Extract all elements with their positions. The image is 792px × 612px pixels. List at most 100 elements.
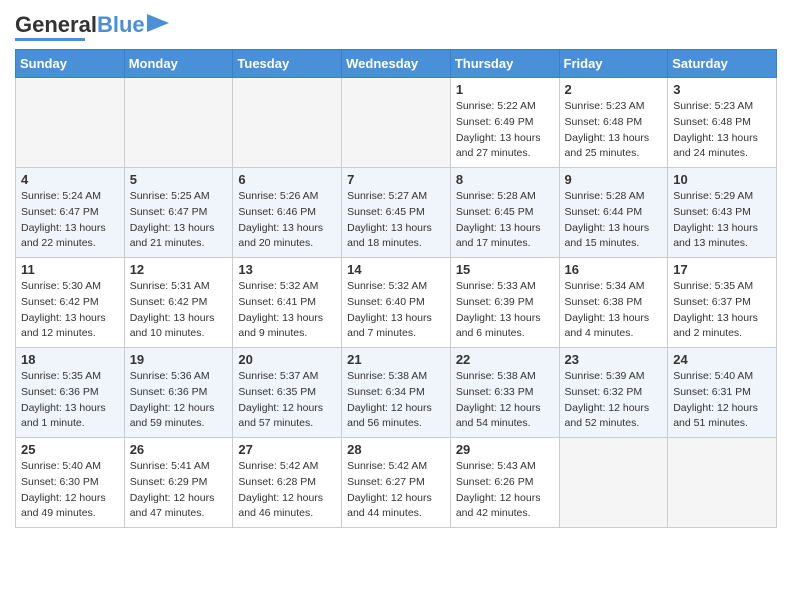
- day-info: Sunrise: 5:32 AMSunset: 6:41 PMDaylight:…: [238, 279, 336, 342]
- calendar-empty-cell: [668, 438, 777, 528]
- day-info: Sunrise: 5:28 AMSunset: 6:44 PMDaylight:…: [565, 189, 663, 252]
- calendar-day-23: 23 Sunrise: 5:39 AMSunset: 6:32 PMDayligh…: [559, 348, 668, 438]
- calendar-day-21: 21 Sunrise: 5:38 AMSunset: 6:34 PMDayligh…: [342, 348, 451, 438]
- calendar-day-18: 18 Sunrise: 5:35 AMSunset: 6:36 PMDayligh…: [16, 348, 125, 438]
- calendar-day-8: 8 Sunrise: 5:28 AMSunset: 6:45 PMDaylight…: [450, 168, 559, 258]
- day-info: Sunrise: 5:36 AMSunset: 6:36 PMDaylight:…: [130, 369, 228, 432]
- calendar-day-9: 9Sunrise: 5:28 AMSunset: 6:44 PMDaylight…: [559, 168, 668, 258]
- calendar-empty-cell: [233, 78, 342, 168]
- weekday-header-saturday: Saturday: [668, 50, 777, 78]
- day-number: 8: [456, 172, 554, 187]
- day-info: Sunrise: 5:23 AMSunset: 6:48 PMDaylight:…: [673, 99, 771, 162]
- calendar-day-10: 10 Sunrise: 5:29 AMSunset: 6:43 PMDayligh…: [668, 168, 777, 258]
- calendar-day-19: 19 Sunrise: 5:36 AMSunset: 6:36 PMDayligh…: [124, 348, 233, 438]
- day-info: Sunrise: 5:37 AMSunset: 6:35 PMDaylight:…: [238, 369, 336, 432]
- day-number: 18: [21, 352, 119, 367]
- day-number: 12: [130, 262, 228, 277]
- calendar-day-14: 14Sunrise: 5:32 AMSunset: 6:40 PMDayligh…: [342, 258, 451, 348]
- calendar-day-1: 1 Sunrise: 5:22 AMSunset: 6:49 PMDaylight…: [450, 78, 559, 168]
- weekday-header-friday: Friday: [559, 50, 668, 78]
- page-header: GeneralBlue: [15, 10, 777, 41]
- day-info: Sunrise: 5:32 AMSunset: 6:40 PMDaylight:…: [347, 279, 445, 342]
- day-info: Sunrise: 5:38 AMSunset: 6:33 PMDaylight:…: [456, 369, 554, 432]
- calendar-day-22: 22 Sunrise: 5:38 AMSunset: 6:33 PMDayligh…: [450, 348, 559, 438]
- weekday-header-monday: Monday: [124, 50, 233, 78]
- day-info: Sunrise: 5:43 AMSunset: 6:26 PMDaylight:…: [456, 459, 554, 522]
- weekday-header-tuesday: Tuesday: [233, 50, 342, 78]
- day-number: 19: [130, 352, 228, 367]
- day-number: 23: [565, 352, 663, 367]
- calendar-day-3: 3 Sunrise: 5:23 AMSunset: 6:48 PMDaylight…: [668, 78, 777, 168]
- day-info: Sunrise: 5:27 AMSunset: 6:45 PMDaylight:…: [347, 189, 445, 252]
- day-number: 15: [456, 262, 554, 277]
- calendar-day-15: 15 Sunrise: 5:33 AMSunset: 6:39 PMDayligh…: [450, 258, 559, 348]
- calendar-day-20: 20 Sunrise: 5:37 AMSunset: 6:35 PMDayligh…: [233, 348, 342, 438]
- day-info: Sunrise: 5:42 AMSunset: 6:28 PMDaylight:…: [238, 459, 336, 522]
- day-info: Sunrise: 5:23 AMSunset: 6:48 PMDaylight:…: [565, 99, 663, 162]
- calendar-day-11: 11 Sunrise: 5:30 AMSunset: 6:42 PMDayligh…: [16, 258, 125, 348]
- weekday-header-wednesday: Wednesday: [342, 50, 451, 78]
- weekday-header-thursday: Thursday: [450, 50, 559, 78]
- day-number: 7: [347, 172, 445, 187]
- day-number: 10: [673, 172, 771, 187]
- calendar-empty-cell: [559, 438, 668, 528]
- weekday-header-row: SundayMondayTuesdayWednesdayThursdayFrid…: [16, 50, 777, 78]
- logo-underline: [15, 38, 85, 41]
- day-number: 29: [456, 442, 554, 457]
- calendar-day-25: 25Sunrise: 5:40 AMSunset: 6:30 PMDayligh…: [16, 438, 125, 528]
- day-number: 20: [238, 352, 336, 367]
- calendar-day-12: 12 Sunrise: 5:31 AMSunset: 6:42 PMDayligh…: [124, 258, 233, 348]
- day-number: 4: [21, 172, 119, 187]
- day-number: 25: [21, 442, 119, 457]
- day-info: Sunrise: 5:24 AMSunset: 6:47 PMDaylight:…: [21, 189, 119, 252]
- calendar-day-16: 16 Sunrise: 5:34 AMSunset: 6:38 PMDayligh…: [559, 258, 668, 348]
- calendar-day-4: 4 Sunrise: 5:24 AMSunset: 6:47 PMDaylight…: [16, 168, 125, 258]
- day-info: Sunrise: 5:30 AMSunset: 6:42 PMDaylight:…: [21, 279, 119, 342]
- logo-text: GeneralBlue: [15, 14, 145, 36]
- day-info: Sunrise: 5:33 AMSunset: 6:39 PMDaylight:…: [456, 279, 554, 342]
- day-number: 24: [673, 352, 771, 367]
- day-number: 16: [565, 262, 663, 277]
- day-info: Sunrise: 5:38 AMSunset: 6:34 PMDaylight:…: [347, 369, 445, 432]
- calendar-week-row: 1 Sunrise: 5:22 AMSunset: 6:49 PMDaylight…: [16, 78, 777, 168]
- day-info: Sunrise: 5:28 AMSunset: 6:45 PMDaylight:…: [456, 189, 554, 252]
- logo-arrow-icon: [147, 14, 169, 32]
- day-number: 13: [238, 262, 336, 277]
- day-info: Sunrise: 5:29 AMSunset: 6:43 PMDaylight:…: [673, 189, 771, 252]
- calendar-day-7: 7 Sunrise: 5:27 AMSunset: 6:45 PMDaylight…: [342, 168, 451, 258]
- day-number: 11: [21, 262, 119, 277]
- day-number: 22: [456, 352, 554, 367]
- calendar-week-row: 4 Sunrise: 5:24 AMSunset: 6:47 PMDaylight…: [16, 168, 777, 258]
- day-info: Sunrise: 5:31 AMSunset: 6:42 PMDaylight:…: [130, 279, 228, 342]
- calendar-day-5: 5 Sunrise: 5:25 AMSunset: 6:47 PMDaylight…: [124, 168, 233, 258]
- calendar-day-27: 27 Sunrise: 5:42 AMSunset: 6:28 PMDayligh…: [233, 438, 342, 528]
- calendar-day-17: 17 Sunrise: 5:35 AMSunset: 6:37 PMDayligh…: [668, 258, 777, 348]
- calendar-empty-cell: [124, 78, 233, 168]
- calendar-day-29: 29 Sunrise: 5:43 AMSunset: 6:26 PMDayligh…: [450, 438, 559, 528]
- day-info: Sunrise: 5:26 AMSunset: 6:46 PMDaylight:…: [238, 189, 336, 252]
- day-info: Sunrise: 5:25 AMSunset: 6:47 PMDaylight:…: [130, 189, 228, 252]
- day-info: Sunrise: 5:22 AMSunset: 6:49 PMDaylight:…: [456, 99, 554, 162]
- calendar-day-13: 13 Sunrise: 5:32 AMSunset: 6:41 PMDayligh…: [233, 258, 342, 348]
- day-number: 5: [130, 172, 228, 187]
- weekday-header-sunday: Sunday: [16, 50, 125, 78]
- day-number: 27: [238, 442, 336, 457]
- day-number: 17: [673, 262, 771, 277]
- day-number: 3: [673, 82, 771, 97]
- calendar-day-28: 28Sunrise: 5:42 AMSunset: 6:27 PMDayligh…: [342, 438, 451, 528]
- day-info: Sunrise: 5:42 AMSunset: 6:27 PMDaylight:…: [347, 459, 445, 522]
- day-info: Sunrise: 5:35 AMSunset: 6:36 PMDaylight:…: [21, 369, 119, 432]
- day-info: Sunrise: 5:35 AMSunset: 6:37 PMDaylight:…: [673, 279, 771, 342]
- calendar-week-row: 11 Sunrise: 5:30 AMSunset: 6:42 PMDayligh…: [16, 258, 777, 348]
- day-info: Sunrise: 5:34 AMSunset: 6:38 PMDaylight:…: [565, 279, 663, 342]
- calendar-day-24: 24Sunrise: 5:40 AMSunset: 6:31 PMDayligh…: [668, 348, 777, 438]
- day-info: Sunrise: 5:41 AMSunset: 6:29 PMDaylight:…: [130, 459, 228, 522]
- calendar-week-row: 25Sunrise: 5:40 AMSunset: 6:30 PMDayligh…: [16, 438, 777, 528]
- day-number: 2: [565, 82, 663, 97]
- day-number: 21: [347, 352, 445, 367]
- day-info: Sunrise: 5:39 AMSunset: 6:32 PMDaylight:…: [565, 369, 663, 432]
- day-number: 1: [456, 82, 554, 97]
- calendar-week-row: 18 Sunrise: 5:35 AMSunset: 6:36 PMDayligh…: [16, 348, 777, 438]
- calendar-empty-cell: [342, 78, 451, 168]
- calendar-table: SundayMondayTuesdayWednesdayThursdayFrid…: [15, 49, 777, 528]
